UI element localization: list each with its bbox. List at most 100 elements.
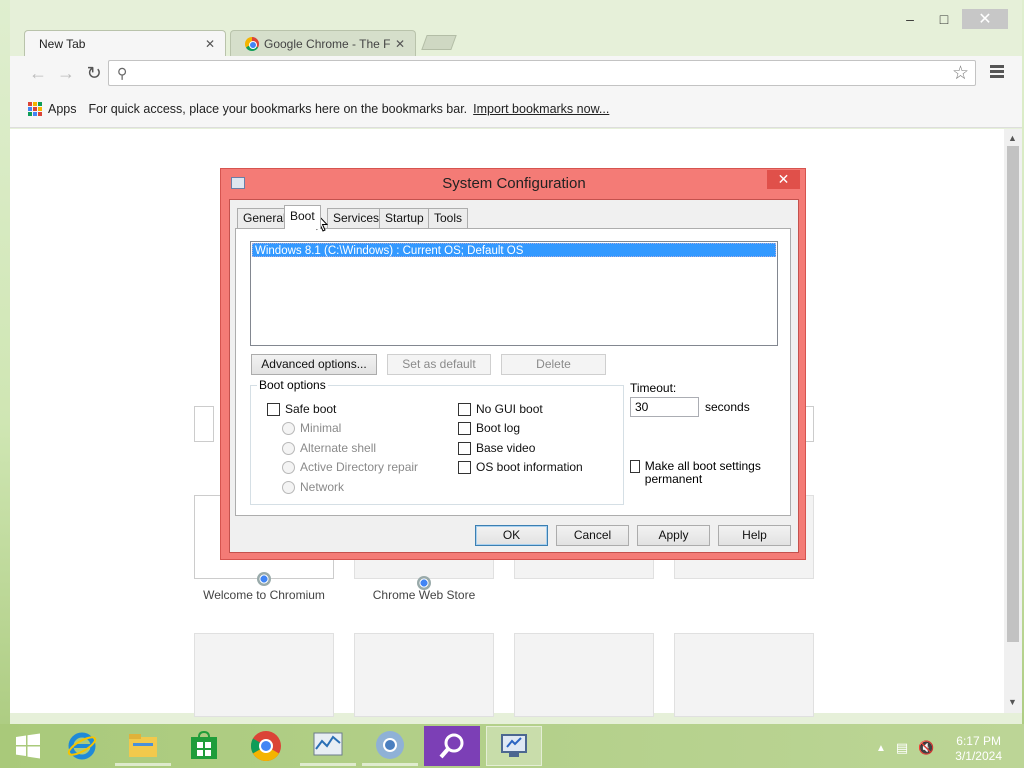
scroll-up-icon[interactable]: ▲ [1008, 133, 1017, 143]
chromium-icon [257, 572, 271, 586]
tile-empty [514, 633, 654, 717]
apps-icon[interactable] [28, 101, 42, 116]
search-app-icon[interactable] [424, 726, 480, 766]
back-icon[interactable]: ← [24, 63, 52, 84]
delete-button[interactable]: Delete [501, 354, 606, 375]
chrome-icon[interactable] [238, 726, 294, 766]
scroll-thumb[interactable] [1007, 146, 1019, 642]
advanced-options-button[interactable]: Advanced options... [251, 354, 377, 375]
radio-label: Active Directory repair [300, 460, 419, 474]
system-tray: ▲ ▤ 🔇 [876, 740, 934, 756]
apps-link[interactable]: Apps [48, 102, 77, 116]
tab-close-icon[interactable]: ✕ [395, 37, 405, 51]
performance-monitor-icon[interactable] [300, 726, 356, 766]
radio-alternate-shell[interactable]: Alternate shell [282, 441, 376, 455]
clock-time: 6:17 PM [956, 734, 1001, 748]
tab-services[interactable]: Services [327, 208, 386, 228]
ok-button[interactable]: OK [475, 525, 548, 546]
tile-label[interactable]: Welcome to Chromium [184, 588, 344, 602]
dialog-body: General Boot Services Startup Tools Wind… [229, 199, 799, 553]
timeout-input[interactable] [630, 397, 699, 417]
checkbox-box[interactable] [458, 460, 471, 474]
reload-icon[interactable]: ↻ [80, 63, 108, 84]
set-as-default-button[interactable]: Set as default [387, 354, 491, 375]
radio-network[interactable]: Network [282, 480, 344, 494]
tile-empty [674, 633, 814, 717]
chrome-favicon-icon [245, 36, 259, 51]
search-box-edge [194, 406, 214, 442]
checkbox-label: No GUI boot [476, 402, 543, 416]
bookmark-star-icon[interactable]: ☆ [952, 62, 969, 85]
tile-empty [354, 633, 494, 717]
boot-tab-panel: Windows 8.1 (C:\Windows) : Current OS; D… [235, 228, 791, 516]
volume-muted-icon[interactable]: 🔇 [918, 740, 934, 756]
menu-icon[interactable] [990, 65, 1004, 80]
checkbox-box[interactable] [630, 460, 640, 473]
os-list-item[interactable]: Windows 8.1 (C:\Windows) : Current OS; D… [252, 243, 776, 257]
show-hidden-icons-icon[interactable]: ▲ [876, 743, 886, 754]
tab-new-tab[interactable]: New Tab ✕ [24, 30, 226, 56]
windows-logo-icon [16, 733, 40, 759]
radio-minimal[interactable]: Minimal [282, 421, 341, 435]
help-button[interactable]: Help [718, 525, 791, 546]
radio-circle[interactable] [282, 441, 295, 455]
chromium-taskbar-icon[interactable] [362, 726, 418, 766]
no-gui-boot-checkbox[interactable]: No GUI boot [458, 402, 543, 416]
maximize-button[interactable]: □ [928, 9, 960, 29]
checkbox-box[interactable] [458, 402, 471, 416]
radio-circle[interactable] [282, 480, 295, 494]
tab-startup[interactable]: Startup [379, 208, 430, 228]
checkbox-box[interactable] [267, 402, 280, 416]
checkbox-box[interactable] [458, 441, 471, 455]
boot-options-group: Boot options Safe boot Minimal Alternate… [250, 378, 624, 505]
clock-date: 3/1/2024 [955, 749, 1002, 763]
tab-tools[interactable]: Tools [428, 208, 469, 228]
apply-button[interactable]: Apply [637, 525, 710, 546]
system-configuration-dialog: System Configuration ✕ General Boot Serv… [220, 168, 806, 560]
file-explorer-icon[interactable] [115, 726, 171, 766]
safe-boot-checkbox[interactable]: Safe boot [267, 402, 336, 416]
radio-ad-repair[interactable]: Active Directory repair [282, 460, 418, 474]
radio-circle[interactable] [282, 421, 295, 435]
minimize-button[interactable]: – [894, 9, 926, 29]
window-controls: – □ ✕ [894, 9, 1008, 29]
checkbox-box[interactable] [458, 421, 471, 435]
forward-icon[interactable]: → [52, 63, 80, 84]
close-window-button[interactable]: ✕ [962, 9, 1008, 29]
page-scrollbar[interactable]: ▲ ▼ [1004, 129, 1022, 713]
clock[interactable]: 6:17 PM 3/1/2024 [955, 734, 1002, 764]
make-permanent-checkbox[interactable]: Make all boot settings permanent [630, 460, 770, 486]
store-icon[interactable] [176, 726, 232, 766]
tab-close-icon[interactable]: ✕ [205, 37, 215, 51]
network-icon[interactable]: ▤ [896, 740, 908, 756]
system-configuration-taskbar-icon[interactable] [486, 726, 542, 766]
start-button[interactable] [0, 726, 56, 766]
search-icon: ⚲ [117, 65, 128, 81]
timeout-label: Timeout: [630, 381, 677, 395]
scroll-down-icon[interactable]: ▼ [1008, 697, 1017, 707]
internet-explorer-icon[interactable] [54, 726, 110, 766]
taskbar: ▲ ▤ 🔇 6:17 PM 3/1/2024 [0, 724, 1024, 768]
import-bookmarks-link[interactable]: Import bookmarks now... [473, 102, 609, 116]
radio-label: Minimal [300, 421, 342, 435]
base-video-checkbox[interactable]: Base video [458, 441, 535, 455]
os-boot-info-checkbox[interactable]: OS boot information [458, 460, 583, 474]
os-list[interactable]: Windows 8.1 (C:\Windows) : Current OS; D… [250, 241, 778, 346]
cancel-button[interactable]: Cancel [556, 525, 629, 546]
boot-log-checkbox[interactable]: Boot log [458, 421, 520, 435]
tab-boot[interactable]: Boot [284, 205, 321, 229]
dialog-close-button[interactable]: ✕ [767, 170, 800, 189]
radio-circle[interactable] [282, 460, 295, 474]
tab-title: Google Chrome - The Fas [264, 36, 391, 51]
checkbox-label: Make all boot settings permanent [644, 459, 761, 486]
new-tab-button[interactable] [421, 35, 457, 50]
tab-google-chrome[interactable]: Google Chrome - The Fas ✕ [230, 30, 416, 56]
seconds-label: seconds [705, 400, 750, 414]
tile-label[interactable]: Chrome Web Store [344, 588, 504, 602]
tile-empty [194, 633, 334, 717]
radio-label: Network [300, 480, 345, 494]
omnibox[interactable]: ⚲ ☆ [108, 60, 976, 86]
checkbox-label: Base video [476, 441, 536, 455]
boot-options-label: Boot options [257, 378, 328, 392]
bookmarks-hint: For quick access, place your bookmarks h… [88, 101, 468, 116]
